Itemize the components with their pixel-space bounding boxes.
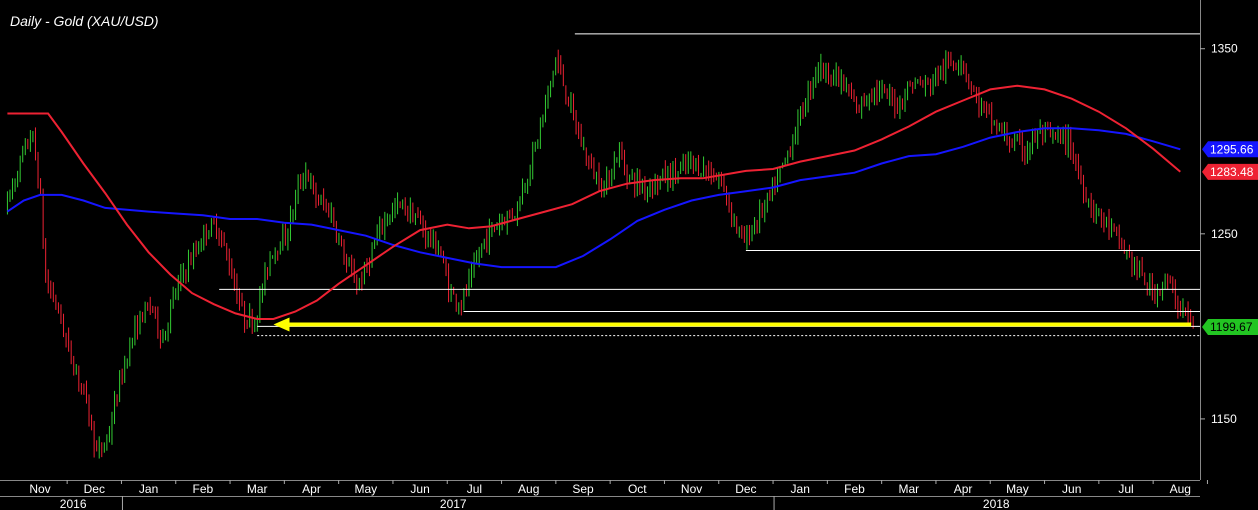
year-label: 2017 [440,497,467,510]
x-tick-label: Dec [84,482,105,496]
x-tick-label: Dec [735,482,756,496]
x-tick-label: Jun [410,482,429,496]
last-value-label: 1199.67 [1210,320,1253,334]
x-tick-label: Apr [302,482,321,496]
x-tick-label: Aug [518,482,539,496]
x-tick-label: Jan [791,482,810,496]
x-tick-label: Sep [572,482,594,496]
last-value-label: 1295.66 [1210,142,1254,156]
x-tick-label: Jun [1062,482,1081,496]
x-tick-label: Jul [467,482,482,496]
x-tick-label: Oct [628,482,647,496]
x-tick-label: Apr [954,482,973,496]
y-tick-label: 1250 [1211,227,1238,241]
year-label: 2016 [60,497,87,510]
x-tick-label: Jul [1118,482,1133,496]
x-tick-label: Aug [1170,482,1191,496]
y-tick-label: 1150 [1211,412,1237,426]
gold-price-chart: 1150 1250 1350 Nov Dec Jan Feb Mar Apr May Jun Jul A… [0,0,1258,510]
x-tick-label: May [1006,482,1029,496]
chart-title: Daily - Gold (XAU/USD) [10,13,159,29]
x-tick-label: Feb [844,482,865,496]
last-value-label: 1283.48 [1210,165,1254,179]
x-tick-label: Feb [193,482,214,496]
x-tick-label: Mar [247,482,268,496]
x-tick-label: Jan [139,482,158,496]
year-label: 2018 [983,497,1010,510]
x-tick-label: May [354,482,377,496]
y-tick-label: 1350 [1211,42,1238,56]
x-tick-label: Mar [898,482,919,496]
x-tick-label: Nov [681,482,702,496]
x-tick-label: Nov [29,482,50,496]
